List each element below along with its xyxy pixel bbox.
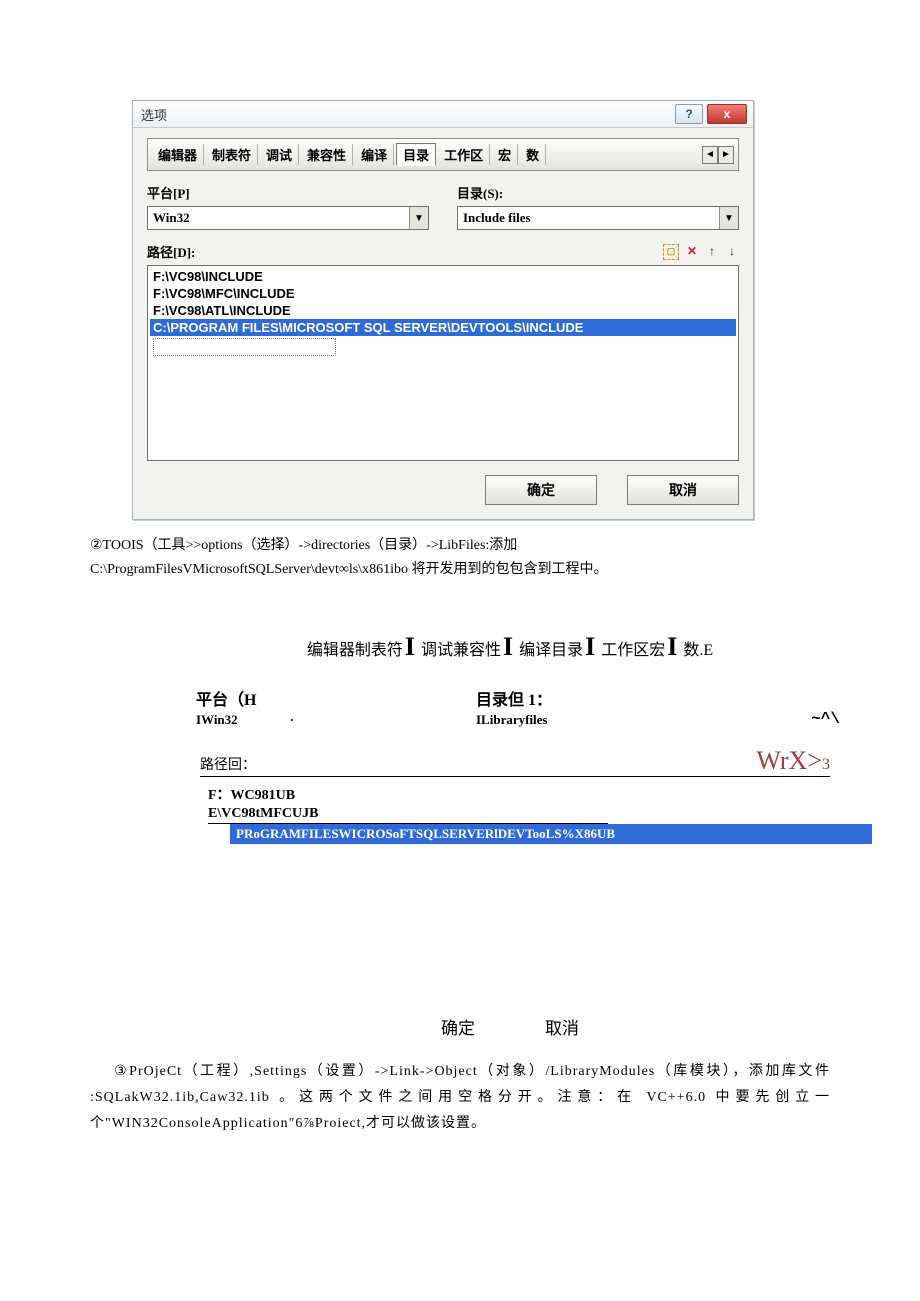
tail-text: ~^\ [811, 710, 860, 728]
tab-text: 数.E [683, 642, 713, 659]
tab-debug[interactable]: 调试 [260, 144, 299, 165]
wrx-text: WrX>3 [756, 746, 830, 776]
platform-combo[interactable]: Win32 ▼ [147, 206, 429, 230]
tab-text: 编辑器制表符 [307, 642, 403, 659]
move-down-icon[interactable]: ↓ [725, 245, 739, 259]
tab-compile[interactable]: 编译 [355, 144, 394, 165]
tabs-scroll-right-icon[interactable]: ► [718, 146, 734, 164]
dirtype-value: Include files [463, 210, 531, 226]
delete-path-icon[interactable]: ✕ [685, 245, 699, 259]
list-item-edit[interactable] [153, 338, 336, 356]
paths-label: 路径回： [200, 754, 256, 774]
tab-workspace[interactable]: 工作区 [438, 144, 490, 165]
text: ②TOOIS（工具>>options（选择）->directories（目录）-… [90, 538, 517, 553]
cancel-button[interactable]: 取消 [545, 1014, 579, 1039]
list-item-selected[interactable]: C:\PROGRAM FILES\MICROSOFT SQL SERVER\DE… [150, 319, 736, 336]
paragraph-step3: ③PrOjeCt（工程）,Settings（设置）->Link->Object（… [90, 1059, 830, 1137]
tab-tabs[interactable]: 制表符 [206, 144, 258, 165]
text: WrX> [756, 746, 822, 775]
tab-bar: 编辑器 制表符 调试 兼容性 编译 目录 工作区 宏 数 ◄ ► [147, 138, 739, 171]
dot: · [290, 712, 294, 727]
list-item[interactable]: F:\VC98\INCLUDE [150, 268, 736, 285]
tab-text: 调试兼容性 [421, 642, 501, 659]
tab-directories[interactable]: 目录 [396, 143, 436, 166]
ok-button[interactable]: 确定 [485, 475, 597, 505]
dirtype-combo[interactable]: Include files ▼ [457, 206, 739, 230]
close-button[interactable]: x [707, 104, 747, 124]
title-bar: 选项 ? x [133, 101, 753, 128]
text: C:\ProgramFilesVMicrosoftSQLServer\devt∞… [90, 562, 607, 577]
dialog-body: 编辑器 制表符 调试 兼容性 编译 目录 工作区 宏 数 ◄ ► 平台[P] W… [133, 128, 753, 519]
list-item: F：WC981UB [208, 783, 608, 805]
tab-bar-text: 编辑器制表符I 调试兼容性I 编译目录I 工作区宏I 数.E [160, 632, 860, 662]
tab-text: 编译目录 [519, 642, 583, 659]
paths-listbox[interactable]: F:\VC98\INCLUDE F:\VC98\MFC\INCLUDE F:\V… [147, 265, 739, 461]
chevron-down-icon: ▼ [409, 207, 428, 229]
chevron-down-icon: ▼ [719, 207, 738, 229]
ok-button[interactable]: 确定 [441, 1014, 475, 1039]
platform-value: Win32 [153, 210, 190, 226]
text: ③PrOjeCt（工程）,Settings（设置）->Link->Object（… [90, 1064, 830, 1131]
platform-label: 平台[P] [147, 183, 429, 202]
move-up-icon[interactable]: ↑ [705, 245, 719, 259]
help-button[interactable]: ? [675, 104, 703, 124]
dirtype-value: ILibraryfiles [476, 712, 548, 728]
paths-label: 路径[D]: [147, 242, 195, 261]
list-item-selected: PRoGRAMFILESWICROSoFTSQLSERVERlDEVTooLS%… [230, 824, 872, 844]
list-item: E\VC98tMFCUJB [208, 805, 608, 824]
list-item[interactable]: F:\VC98\MFC\INCLUDE [150, 285, 736, 302]
cancel-button[interactable]: 取消 [627, 475, 739, 505]
text: 3 [822, 756, 830, 773]
tab-editor[interactable]: 编辑器 [152, 144, 204, 165]
tab-compat[interactable]: 兼容性 [301, 144, 353, 165]
paragraph-step2: ②TOOIS（工具>>options（选择）->directories（目录）-… [90, 534, 830, 582]
tab-data[interactable]: 数 [520, 144, 546, 165]
tabs-scroll-left-icon[interactable]: ◄ [702, 146, 718, 164]
options-dialog: 选项 ? x 编辑器 制表符 调试 兼容性 编译 目录 工作区 宏 数 ◄ ► [132, 100, 754, 520]
platform-label: 平台（H [196, 686, 476, 710]
platform-value: IWin32 [196, 712, 238, 727]
dirtype-label: 目录(S): [457, 183, 739, 202]
new-path-icon[interactable]: ▢ [663, 244, 679, 260]
options-dialog-2: 编辑器制表符I 调试兼容性I 编译目录I 工作区宏I 数.E 平台（H IWin… [160, 632, 860, 1039]
dirtype-label: 目录但 1： [476, 686, 860, 710]
tab-text: 工作区宏 [601, 642, 665, 659]
list-item[interactable]: F:\VC98\ATL\INCLUDE [150, 302, 736, 319]
dialog-title: 选项 [141, 105, 671, 124]
tab-macros[interactable]: 宏 [492, 144, 518, 165]
